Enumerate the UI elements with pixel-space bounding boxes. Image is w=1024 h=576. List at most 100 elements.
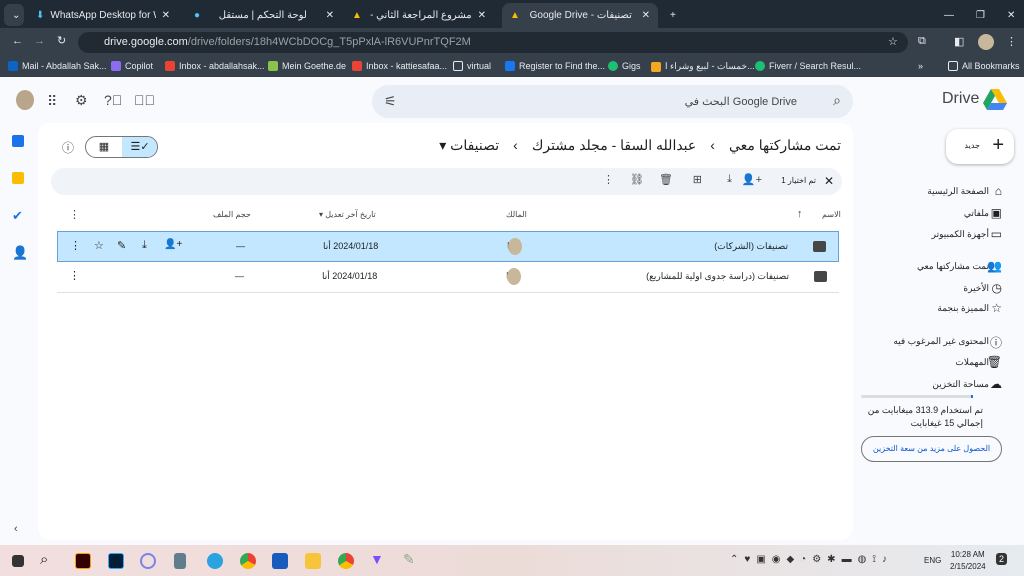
nav-item[interactable]: مساحة التخزين ☁: [858, 377, 1024, 394]
chrome-icon[interactable]: [240, 553, 256, 569]
close-icon[interactable]: ✕: [642, 10, 650, 21]
bookmark[interactable]: خمسات - لبيع وشراء ا...: [651, 61, 755, 72]
nav-item[interactable]: تمت مشاركتها معي 👥: [858, 259, 1024, 276]
app-icon[interactable]: ▼: [370, 551, 386, 567]
bookmark[interactable]: virtual: [453, 61, 491, 71]
settings-icon[interactable]: ⚙: [75, 92, 88, 109]
profile-avatar[interactable]: [978, 34, 994, 50]
clear-selection-icon[interactable]: ✕: [824, 174, 834, 188]
more-actions-icon[interactable]: ⋮: [603, 173, 614, 186]
keep-icon[interactable]: [12, 172, 24, 184]
all-bookmarks[interactable]: All Bookmarks: [948, 61, 1020, 71]
photoshop-icon[interactable]: [108, 553, 124, 569]
nav-item[interactable]: المميزة بنجمة ☆: [858, 301, 1024, 318]
tab-drive-active[interactable]: ▲ Google Drive - تصنيفات ✕: [502, 3, 658, 28]
menu-icon[interactable]: ⋮: [1006, 35, 1017, 48]
paint-icon[interactable]: ✎: [403, 551, 419, 567]
tab-drive-review[interactable]: ▲مشروع المراجعة الثاني - Google Drive✕: [344, 4, 494, 26]
tab-search-button[interactable]: ⌄: [4, 4, 24, 26]
column-owner[interactable]: المالك: [506, 210, 527, 219]
extensions-icon[interactable]: ⧉: [918, 35, 926, 48]
reload-icon[interactable]: ↻: [57, 34, 66, 47]
illustrator-icon[interactable]: [75, 553, 91, 569]
search-icon[interactable]: ⌕: [40, 551, 56, 568]
new-button[interactable]: + جديد: [946, 129, 1014, 164]
row-more-icon[interactable]: ⋮: [69, 269, 80, 282]
file-explorer-icon[interactable]: [305, 553, 321, 569]
search-options-icon[interactable]: ⚟: [384, 93, 397, 110]
windows-start-icon[interactable]: [12, 555, 24, 567]
breadcrumb-item[interactable]: تمت مشاركتها معي: [729, 137, 841, 154]
file-row[interactable]: ⋮ — 2024/01/18 أنا أنا تصنيفات (دراسة جد…: [57, 262, 839, 293]
bookmark[interactable]: Mail - Abdallah Sak...: [8, 61, 107, 71]
url-input[interactable]: drive.google.com/drive/folders/18h4WCbDO…: [78, 32, 908, 53]
list-view-button[interactable]: ☰✓: [122, 137, 157, 157]
share-icon[interactable]: 👤+: [742, 173, 762, 186]
bookmark[interactable]: Inbox - abdallahsak...: [165, 61, 265, 71]
star-icon[interactable]: ☆: [94, 239, 104, 252]
sort-arrow-icon[interactable]: ↑: [797, 208, 803, 220]
new-tab-button[interactable]: +: [662, 4, 684, 26]
tab-whatsapp[interactable]: ⬇WhatsApp Desktop for Window✕: [28, 4, 178, 26]
bookmark-star-icon[interactable]: ☆: [888, 35, 898, 48]
breadcrumb-current[interactable]: تصنيفات ▾: [439, 137, 499, 154]
collapse-panel-icon[interactable]: ‹: [14, 523, 18, 535]
clock[interactable]: 10:28 AM 2/15/2024: [950, 549, 986, 573]
sidepanel-icon[interactable]: ◧: [954, 35, 964, 48]
row-more-icon[interactable]: ⋮: [70, 239, 81, 252]
nav-item[interactable]: الصفحة الرئيسية ⌂: [858, 184, 1024, 201]
column-modified[interactable]: ▾ تاريخ آخر تعديل: [319, 210, 376, 219]
nav-item[interactable]: الأخيرة ◷: [858, 281, 1024, 298]
search-input[interactable]: ⚟ البحث في Google Drive ⌕: [372, 85, 853, 118]
contacts-icon[interactable]: 👤: [12, 245, 28, 261]
column-name[interactable]: الاسم: [822, 210, 841, 219]
close-icon[interactable]: ✕: [478, 10, 486, 21]
apps-grid-icon[interactable]: ⠿: [47, 93, 57, 110]
nav-item[interactable]: المهملات 🗑: [858, 355, 1024, 372]
search-icon[interactable]: ⌕: [833, 92, 841, 109]
telegram-icon[interactable]: [207, 553, 223, 569]
nav-item[interactable]: أجهزة الكمبيوتر ▭: [858, 227, 1024, 244]
bookmark[interactable]: Gigs: [608, 61, 641, 71]
tasks-icon[interactable]: ✔: [12, 208, 23, 224]
word-icon[interactable]: [272, 553, 288, 569]
close-icon[interactable]: ✕: [326, 10, 334, 21]
grid-view-button[interactable]: ▦: [86, 137, 122, 157]
rename-icon[interactable]: ✎: [117, 239, 126, 252]
account-avatar[interactable]: [16, 90, 34, 110]
nav-item[interactable]: ملفاتي ▣: [858, 206, 1024, 223]
column-options-icon[interactable]: ⋮: [69, 208, 80, 221]
download-icon[interactable]: ⤓: [142, 239, 147, 252]
back-icon[interactable]: ←: [12, 35, 23, 47]
trash-icon[interactable]: 🗑: [659, 173, 673, 186]
column-size[interactable]: حجم الملف: [213, 210, 251, 219]
file-row[interactable]: ⋮ ☆✎⤓👤+ — 2024/01/18 أنا أنا تصنيفات (ال…: [57, 231, 839, 262]
copy-link-icon[interactable]: ⛓: [630, 173, 644, 186]
bookmark[interactable]: Mein Goethe.de: [268, 61, 346, 71]
help-icon[interactable]: ?⃝: [104, 92, 122, 108]
system-tray-icons[interactable]: ⌃♥▣◉◆◔⚙✱▬◍⟟♪: [730, 554, 893, 565]
get-more-storage-button[interactable]: الحصول على مزيد من سعة التخزين: [861, 436, 1002, 462]
close-icon[interactable]: ✕: [162, 10, 170, 21]
bookmark[interactable]: Copilot: [111, 61, 153, 71]
app-icon[interactable]: [140, 553, 156, 569]
breadcrumb-item[interactable]: عبدالله السقا - مجلد مشترك: [532, 137, 696, 154]
bookmark[interactable]: Inbox - kattiesafaa...: [352, 61, 447, 71]
share-icon[interactable]: 👤+: [164, 239, 182, 250]
more-bookmarks-icon[interactable]: »: [918, 61, 923, 71]
tab-mostaql[interactable]: ● لوحة التحكم | مستقل ✕: [186, 4, 342, 26]
language-indicator[interactable]: ENG: [924, 556, 941, 565]
calendar-icon[interactable]: [12, 135, 24, 147]
bookmark[interactable]: Register to Find the...: [505, 61, 605, 71]
ready-offline-icon[interactable]: ✓⃝: [134, 92, 155, 108]
calculator-icon[interactable]: [174, 553, 186, 569]
forward-icon[interactable]: →: [34, 35, 45, 47]
window-controls[interactable]: — ❐ ✕: [936, 4, 1023, 26]
chrome-profile-icon[interactable]: [338, 553, 354, 569]
nav-item[interactable]: المحتوى غير المرغوب فيه ⓘ: [858, 335, 1024, 351]
info-icon[interactable]: ⓘ: [62, 139, 74, 156]
move-icon[interactable]: ⊞: [693, 173, 702, 186]
bookmark[interactable]: Fiverr / Search Resul...: [755, 61, 861, 71]
notification-center[interactable]: 2: [996, 553, 1008, 565]
download-icon[interactable]: ⤓: [727, 173, 732, 186]
